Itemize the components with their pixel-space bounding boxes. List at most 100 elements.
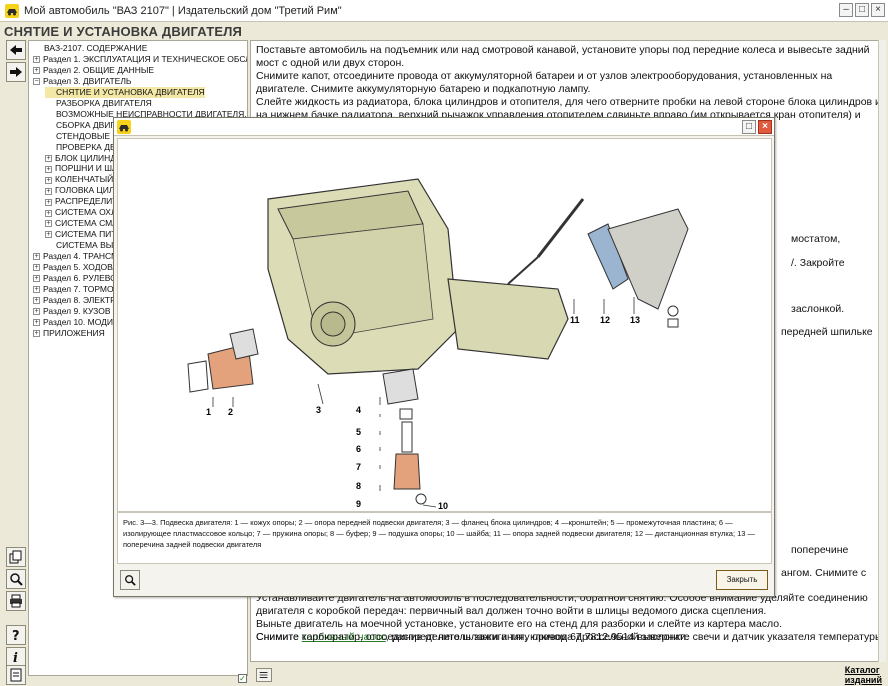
figure-label-8: 8 — [356, 481, 361, 491]
tree-item[interactable]: + ГОЛОВКА ЦИЛ — [45, 185, 114, 196]
content-line: Снимите капот, отсоедините провода от ак… — [256, 70, 833, 82]
sync-checkbox[interactable]: ✓ — [238, 674, 247, 683]
tree-item[interactable]: + СИСТЕМА ОХЛ — [45, 207, 117, 218]
expand-icon[interactable]: + — [33, 319, 40, 326]
tree-item-label: СТЕНДОВЫЕ И — [56, 130, 119, 141]
expand-icon[interactable]: + — [45, 231, 52, 239]
info-icon: i — [13, 651, 18, 664]
tree-item[interactable]: − Раздел 3. ДВИГАТЕЛЬ — [33, 76, 132, 87]
tree-item[interactable]: + РАСПРЕДЕЛИТ — [45, 196, 117, 207]
popup-maximize-button[interactable]: □ — [742, 120, 756, 134]
tree-item-label: Раздел 3. ДВИГАТЕЛЬ — [43, 75, 132, 86]
copy-icon — [9, 550, 22, 564]
tree-item-label: Раздел 2. ОБЩИЕ ДАННЫЕ — [43, 64, 155, 75]
tree-item[interactable]: + ПРИЛОЖЕНИЯ — [33, 328, 105, 339]
tree-item[interactable]: + Раздел 10. МОДИ — [33, 317, 113, 328]
tree-item[interactable]: + ПОРШНИ И ША — [45, 163, 118, 174]
tree-item[interactable]: СИСТЕМА ВЫП — [45, 240, 119, 251]
expand-icon[interactable]: + — [45, 176, 52, 184]
list-button[interactable] — [256, 668, 272, 682]
figure-label-6: 6 — [356, 444, 361, 454]
list-icon — [259, 672, 268, 678]
tree-item[interactable]: + КОЛЕНЧАТЫЙ — [45, 174, 113, 185]
tree-item[interactable]: + Раздел 8. ЭЛЕКТР — [33, 295, 116, 306]
expand-icon[interactable]: + — [33, 308, 40, 316]
content-fragment: ангом. Снимите с — [781, 567, 867, 579]
expand-icon[interactable]: + — [33, 264, 40, 272]
tree-item-label: СИСТЕМА СМА — [55, 218, 118, 229]
expand-icon[interactable]: + — [45, 209, 52, 217]
expand-icon[interactable]: + — [33, 56, 40, 64]
popup-titlebar: □ × — [114, 118, 774, 136]
collapse-icon[interactable]: − — [33, 78, 40, 86]
tree-item[interactable]: + Раздел 7. ТОРМОЗ — [33, 284, 119, 295]
content-line: Поставьте автомобиль на подъемник или на… — [256, 44, 870, 56]
content-line: двигателе. Снимите аккумуляторную батаре… — [256, 83, 591, 95]
tree-item[interactable]: + СИСТЕМА СМА — [45, 218, 118, 229]
expand-icon[interactable]: + — [45, 187, 52, 195]
tree-item[interactable]: СНЯТИЕ И УСТАНОВКА ДВИГАТЕЛЯ — [45, 86, 205, 98]
find-button[interactable] — [6, 569, 26, 589]
window-titlebar: Мой автомобиль "ВАЗ 2107" | Издательский… — [0, 0, 888, 22]
tree-item-label: СИСТЕМА ОХЛ — [55, 207, 117, 218]
close-window-button[interactable]: × — [871, 3, 885, 17]
expand-icon[interactable]: + — [45, 154, 52, 162]
content-line: двигателя с коробкой передач: первичный … — [256, 605, 767, 617]
expand-icon[interactable]: + — [45, 220, 52, 228]
back-button[interactable] — [6, 40, 26, 60]
expand-icon[interactable]: + — [33, 329, 40, 337]
zoom-button[interactable] — [120, 570, 140, 590]
maximize-button[interactable]: □ — [855, 3, 869, 17]
minimize-button[interactable]: – — [839, 3, 853, 17]
content-fragment: /. Закройте — [791, 257, 845, 269]
tree-item[interactable]: + БЛОК ЦИЛИНД — [45, 153, 116, 164]
figure-label-3: 3 — [316, 405, 321, 415]
content-fragment: мостатом, — [791, 233, 841, 245]
svg-text:?: ? — [12, 629, 20, 642]
tree-item-label: Раздел 8. ЭЛЕКТР — [43, 294, 116, 305]
tree-item[interactable]: + Раздел 6. РУЛЕВО — [33, 273, 117, 284]
copy-button[interactable] — [6, 547, 26, 567]
expand-icon[interactable]: + — [33, 286, 40, 294]
popup-close-x-button[interactable]: × — [758, 120, 772, 134]
tree-item[interactable]: ВАЗ-2107. СОДЕРЖАНИЕ — [33, 43, 147, 54]
figure-label-10: 10 — [438, 501, 448, 511]
section-title: СНЯТИЕ И УСТАНОВКА ДВИГАТЕЛЯ — [4, 24, 243, 39]
expand-icon[interactable]: + — [33, 297, 40, 305]
tree-item[interactable]: + СИСТЕМА ПИТ — [45, 229, 117, 240]
tree-item-label: Раздел 9. КУЗОВ — [43, 305, 111, 316]
close-popup-button[interactable]: Закрыть — [716, 570, 768, 590]
content-scrollbar[interactable] — [878, 40, 886, 662]
expand-icon[interactable]: + — [33, 275, 40, 283]
figure-area: 1 2 3 4 5 6 7 8 9 10 11 12 13 — [117, 138, 772, 512]
tree-item[interactable]: ПРОВЕРКА ДВ — [45, 142, 116, 153]
tree-item[interactable]: + Раздел 4. ТРАНСМ — [33, 251, 118, 262]
expand-icon[interactable]: + — [33, 67, 40, 75]
figure-label-4: 4 — [356, 405, 361, 415]
tree-item[interactable]: + Раздел 9. КУЗОВ — [33, 306, 111, 317]
expand-icon[interactable]: + — [45, 165, 52, 173]
tree-item[interactable]: + Раздел 5. ХОДОВА — [33, 262, 118, 273]
print-button[interactable] — [6, 591, 26, 611]
tree-item[interactable]: РАЗБОРКА ДВИГАТЕЛЯ — [45, 98, 152, 109]
tree-item-label: СНЯТИЕ И УСТАНОВКА ДВИГАТЕЛЯ — [56, 86, 205, 97]
tree-item-label: ГОЛОВКА ЦИЛ — [55, 185, 115, 196]
expand-icon[interactable]: + — [45, 198, 52, 206]
tree-item[interactable]: СТЕНДОВЫЕ И — [45, 131, 119, 142]
help-button[interactable]: ? — [6, 625, 26, 645]
content-line: Выньте двигатель на моечной установке, у… — [256, 618, 783, 630]
content-line: Снимите карбюратор, отсоединив от него ш… — [256, 631, 689, 643]
forward-button[interactable] — [6, 62, 26, 82]
notes-button[interactable] — [6, 665, 26, 685]
tree-item[interactable]: СБОРКА ДВИГ — [45, 120, 115, 131]
tree-item[interactable]: + Раздел 2. ОБЩИЕ ДАННЫЕ — [33, 65, 154, 76]
figure-label-2: 2 — [228, 407, 233, 417]
magnifier-icon — [10, 573, 23, 586]
tree-item[interactable]: + Раздел 1. ЭКСПЛУАТАЦИЯ И ТЕХНИЧЕСКОЕ ОБ… — [33, 54, 247, 65]
tree-item-label: Раздел 10. МОДИ — [43, 316, 114, 327]
expand-icon[interactable]: + — [33, 253, 40, 261]
popup-footer: Закрыть — [117, 566, 772, 594]
tree-item-label: СИСТЕМА ПИТ — [55, 229, 117, 240]
info-button[interactable]: i — [6, 647, 26, 667]
catalog-link[interactable]: Каталог изданий — [845, 665, 882, 685]
